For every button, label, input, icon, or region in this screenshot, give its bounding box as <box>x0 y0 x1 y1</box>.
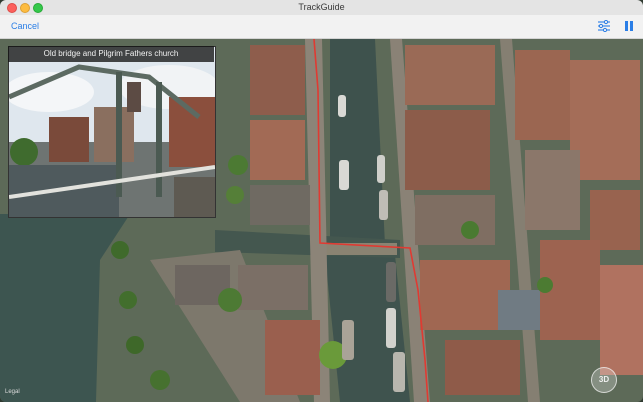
title-bar: TrackGuide <box>0 0 643 16</box>
sliders-icon[interactable] <box>597 20 611 32</box>
cancel-button[interactable]: Cancel <box>11 21 39 31</box>
toolbar: Cancel <box>0 15 643 39</box>
tree <box>218 288 242 312</box>
view-3d-button[interactable]: 3D <box>591 367 617 393</box>
building-block <box>405 45 495 105</box>
boat <box>386 308 396 348</box>
boat <box>379 190 388 220</box>
building-block <box>600 265 643 375</box>
app-window: TrackGuide Cancel Old bridge and Pilgrim… <box>0 0 643 402</box>
building-block <box>238 265 308 310</box>
building-block <box>420 260 510 330</box>
tree <box>111 241 129 259</box>
poi-photo[interactable] <box>8 46 216 218</box>
tree <box>537 277 553 293</box>
boat <box>377 155 385 183</box>
building-block <box>250 185 310 225</box>
building-block <box>570 60 640 180</box>
tree <box>226 186 244 204</box>
photo-building <box>169 97 215 167</box>
tree <box>126 336 144 354</box>
building-block <box>415 195 495 245</box>
boat <box>342 320 354 360</box>
pause-icon[interactable] <box>622 20 636 32</box>
building-block <box>250 120 305 180</box>
tree <box>461 221 479 239</box>
bridge-photo <box>9 47 215 217</box>
building-block <box>405 110 490 190</box>
boat <box>393 352 405 392</box>
photo-building <box>94 107 134 162</box>
building-block <box>445 340 520 395</box>
building-block <box>265 320 320 395</box>
legal-link[interactable]: Legal <box>5 389 20 395</box>
building-block <box>525 150 580 230</box>
window-title: TrackGuide <box>298 2 345 12</box>
photo-tree <box>10 138 38 166</box>
boat <box>386 262 396 302</box>
church-tower <box>127 82 141 112</box>
boat <box>338 95 346 117</box>
building-block <box>515 50 570 140</box>
tree <box>119 291 137 309</box>
bridge-deck <box>174 177 215 217</box>
tree <box>150 370 170 390</box>
tree <box>228 155 248 175</box>
photo-building <box>49 117 89 162</box>
boat <box>339 160 349 190</box>
photo-caption: Old bridge and Pilgrim Fathers church <box>8 46 214 62</box>
building-block <box>250 45 305 115</box>
building-block <box>498 290 540 330</box>
